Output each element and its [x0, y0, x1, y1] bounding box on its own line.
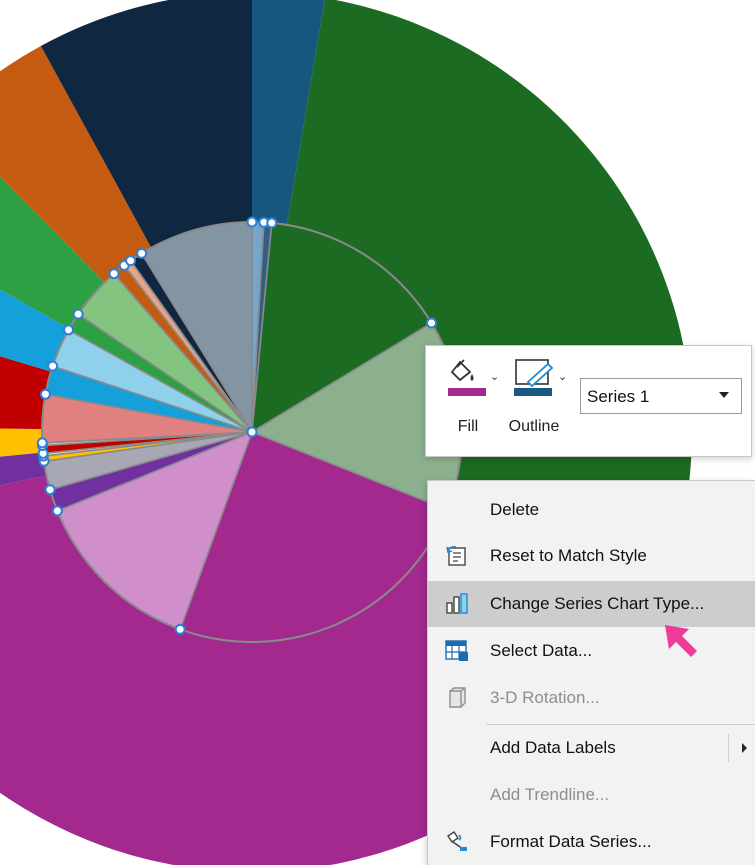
selection-handle[interactable] — [266, 217, 278, 229]
selection-handle[interactable] — [136, 247, 148, 259]
pen-outline-icon — [514, 359, 554, 396]
submenu-divider — [728, 734, 729, 762]
cube-icon — [449, 687, 466, 708]
fill-dropdown-caret[interactable]: ⌄ — [490, 370, 499, 383]
reset-style-icon — [446, 546, 466, 566]
menu-item-label: Change Series Chart Type... — [490, 594, 705, 613]
menu-item-add-data-labels[interactable]: Add Data Labels — [428, 725, 755, 771]
menu-item-delete[interactable]: Delete — [428, 487, 755, 533]
select-data-icon — [445, 640, 468, 661]
menu-item-reset-to-match-style[interactable]: Reset to Match Style — [428, 533, 755, 579]
selection-handle[interactable] — [63, 324, 75, 336]
outline-dropdown-caret[interactable]: ⌄ — [558, 370, 567, 383]
selection-handle[interactable] — [246, 426, 258, 438]
menu-item-format-data-series[interactable]: Format Data Series... — [428, 819, 755, 865]
menu-item-select-data[interactable]: Select Data... — [428, 628, 755, 674]
menu-item-label: Add Data Labels — [490, 738, 616, 757]
menu-item-3d-rotation[interactable]: 3-D Rotation... — [428, 675, 755, 721]
selection-handle[interactable] — [51, 505, 63, 517]
chart-type-icon — [446, 593, 468, 614]
menu-item-label: Select Data... — [490, 641, 593, 660]
submenu-arrow-icon — [742, 743, 747, 753]
menu-item-change-series-chart-type[interactable]: Change Series Chart Type... — [428, 581, 755, 627]
mini-toolbar: ⌄ Fill ⌄ Outline Series 1 — [425, 345, 752, 457]
menu-item-add-trendline[interactable]: Add Trendline... — [428, 772, 755, 818]
menu-item-label: Add Trendline... — [490, 785, 610, 804]
selection-handle[interactable] — [44, 484, 56, 496]
series-select-value: Series 1 — [587, 387, 650, 406]
selection-handle[interactable] — [125, 255, 137, 267]
outline-label: Outline — [508, 418, 560, 435]
selection-handle[interactable] — [47, 360, 59, 372]
menu-item-label: Delete — [490, 500, 540, 519]
menu-item-label: Format Data Series... — [490, 832, 652, 851]
format-series-icon — [447, 831, 467, 851]
selection-handle[interactable] — [72, 308, 84, 320]
menu-item-label: 3-D Rotation... — [490, 688, 600, 707]
selection-handle[interactable] — [108, 268, 120, 280]
context-menu: Delete Reset to Match Style Change Serie… — [427, 480, 755, 865]
fill-button[interactable]: ⌄ Fill — [438, 354, 499, 446]
series-select[interactable]: Series 1 — [580, 378, 742, 414]
paint-bucket-icon — [448, 359, 486, 396]
dropdown-arrow-icon — [719, 392, 729, 398]
selection-handle[interactable] — [246, 216, 258, 228]
fill-label: Fill — [457, 418, 479, 435]
outline-button[interactable]: ⌄ Outline — [504, 354, 567, 446]
selection-handle[interactable] — [426, 317, 438, 329]
selection-handle[interactable] — [174, 623, 186, 635]
selection-handle[interactable] — [39, 388, 51, 400]
cursor-arrow-icon — [665, 625, 697, 657]
selection-handle[interactable] — [36, 437, 48, 449]
menu-item-label: Reset to Match Style — [490, 546, 647, 565]
